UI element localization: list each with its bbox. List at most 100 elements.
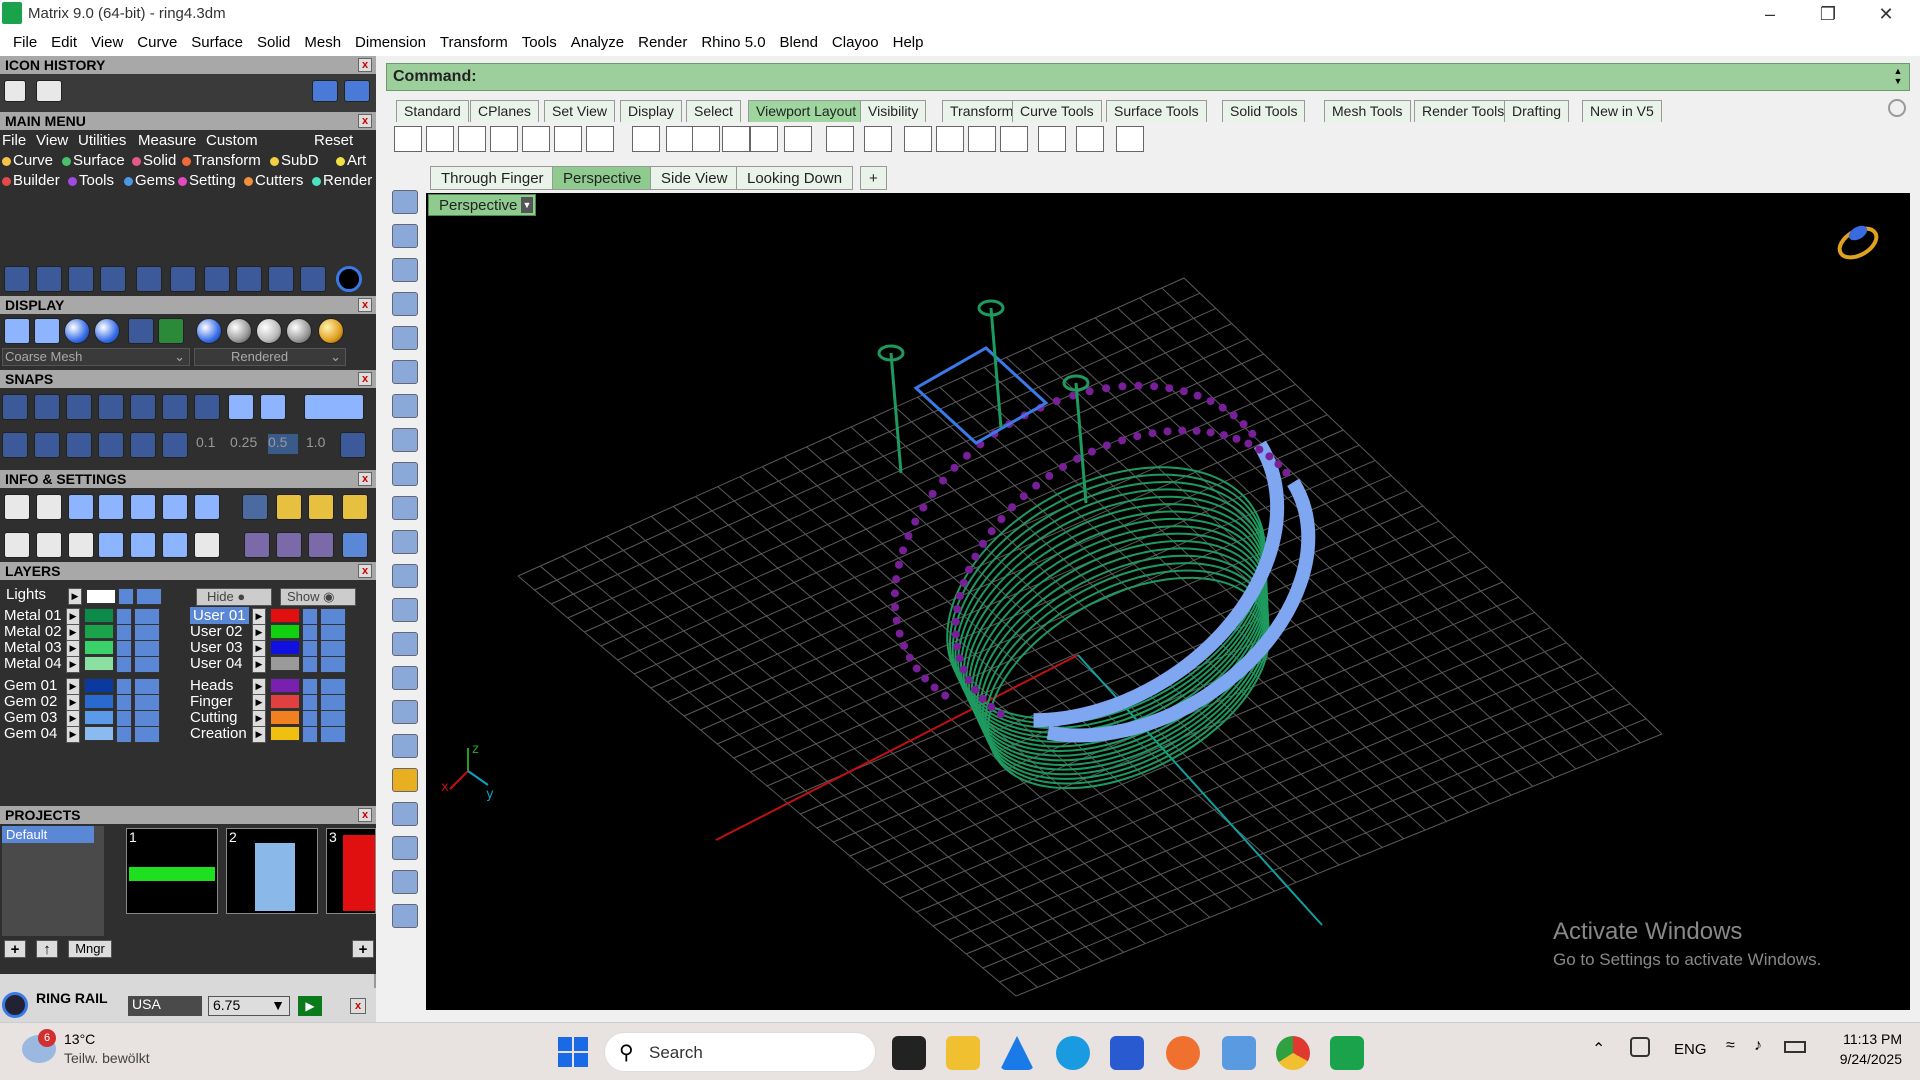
mm-art[interactable]: Art (336, 152, 366, 169)
gem-shape-a-icon[interactable] (244, 532, 270, 558)
layer-color-swatch[interactable] (270, 608, 300, 623)
mm-utilities[interactable]: Utilities (78, 132, 126, 149)
toolbar-tab-select[interactable]: Select (686, 100, 741, 122)
wifi-icon[interactable]: ≈ (1726, 1037, 1735, 1055)
close-icon[interactable]: x (358, 808, 372, 822)
folder-icon[interactable] (1038, 126, 1066, 152)
snap-center-icon[interactable] (130, 394, 156, 420)
material-metal-icon[interactable] (196, 318, 222, 344)
layer-visibility-toggle[interactable] (134, 624, 160, 641)
face-icon[interactable] (826, 126, 854, 152)
layer-color-swatch[interactable] (84, 710, 114, 725)
snap-perp-icon[interactable] (194, 394, 220, 420)
layout-b-icon[interactable] (308, 494, 334, 520)
environment-icon[interactable] (128, 318, 154, 344)
menu-rhino5[interactable]: Rhino 5.0 (694, 34, 772, 51)
filter-icon[interactable] (130, 532, 156, 558)
rendered-mode-icon[interactable] (94, 318, 120, 344)
layout-c-icon[interactable] (342, 494, 368, 520)
add-viewport-tab-button[interactable]: + (860, 166, 887, 190)
layout-a-icon[interactable] (632, 126, 660, 152)
save-icon[interactable] (4, 80, 26, 102)
ghosted-mode-icon[interactable] (34, 318, 60, 344)
layer-name[interactable]: Heads (190, 677, 233, 694)
mm-transform[interactable]: Transform (182, 152, 261, 169)
forward-arrow-icon[interactable] (344, 80, 370, 102)
ring-size-select[interactable]: 6.75 ▼ (208, 996, 290, 1016)
ellipse-icon[interactable] (392, 360, 418, 384)
zoom-icon[interactable] (722, 126, 750, 152)
material-gray-icon[interactable] (286, 318, 312, 344)
control-points-icon[interactable] (392, 292, 418, 316)
chrome-icon[interactable] (1276, 1036, 1310, 1070)
toolbar-tab-mesh-tools[interactable]: Mesh Tools (1324, 100, 1411, 122)
clock-date[interactable]: 9/24/2025 (1826, 1051, 1902, 1067)
planar-icon[interactable] (66, 432, 92, 458)
tray-expand-icon[interactable]: ⌃ (1592, 1039, 1605, 1059)
polyline-icon[interactable] (392, 258, 418, 282)
cylinder-icon[interactable] (392, 666, 418, 690)
menu-analyze[interactable]: Analyze (564, 34, 631, 51)
back-arrow-icon[interactable] (312, 80, 338, 102)
layer-arrow[interactable]: ▶ (66, 608, 80, 625)
menu-mesh[interactable]: Mesh (297, 34, 348, 51)
add-slot-button[interactable]: + (352, 940, 374, 958)
task-view-icon[interactable] (892, 1036, 926, 1070)
layer-arrow[interactable]: ▶ (66, 726, 80, 743)
layer-name[interactable]: Cutting (190, 709, 238, 726)
layer-color-swatch[interactable] (86, 589, 116, 604)
curve-tool-icon[interactable] (68, 266, 94, 292)
toolbar-tab-surface-tools[interactable]: Surface Tools (1106, 100, 1207, 122)
display-mode-select[interactable]: Rendered ⌄ (194, 348, 346, 366)
group-icon[interactable] (392, 870, 418, 894)
layer-name[interactable]: Metal 03 (4, 639, 62, 656)
single-view-icon[interactable] (394, 126, 422, 152)
tab-through-finger[interactable]: Through Finger (430, 166, 555, 190)
layer-lock-icon[interactable] (116, 678, 132, 695)
perspective-viewport[interactable]: z x y (426, 193, 1910, 1010)
gem-shape-d-icon[interactable] (342, 532, 368, 558)
firefox-icon[interactable] (1166, 1036, 1200, 1070)
layer-name[interactable]: User 01 (190, 607, 249, 624)
layer-visibility-toggle[interactable] (320, 678, 346, 695)
dimension-icon[interactable] (392, 802, 418, 826)
boolean-icon[interactable] (392, 632, 418, 656)
menu-blend[interactable]: Blend (773, 34, 825, 51)
frame-icon[interactable] (968, 126, 996, 152)
split-h-icon[interactable] (490, 126, 518, 152)
layer-visibility-toggle[interactable] (134, 710, 160, 727)
menu-help[interactable]: Help (886, 34, 931, 51)
four-views-icon[interactable] (426, 126, 454, 152)
color-bar-icon[interactable] (864, 126, 892, 152)
mm-subd[interactable]: SubD (270, 152, 319, 169)
print-icon[interactable] (130, 494, 156, 520)
close-icon[interactable]: x (358, 372, 372, 386)
grid-display-icon[interactable] (158, 318, 184, 344)
layer-row[interactable]: Metal 04 ▶ (0, 655, 180, 674)
snap-point-icon[interactable] (66, 394, 92, 420)
menu-surface[interactable]: Surface (184, 34, 250, 51)
layer-color-swatch[interactable] (84, 624, 114, 639)
language-indicator[interactable]: ENG (1674, 1041, 1707, 1058)
layer-arrow[interactable]: ▶ (252, 656, 266, 673)
solid-tools-icon[interactable] (392, 836, 418, 860)
plane-icon[interactable] (392, 700, 418, 724)
volume-icon[interactable]: ♪ (1754, 1037, 1762, 1055)
layer-arrow[interactable]: ▶ (252, 640, 266, 657)
menu-dimension[interactable]: Dimension (348, 34, 433, 51)
mm-solid[interactable]: Solid (132, 152, 176, 169)
layer-row[interactable]: Gem 04 ▶ (0, 725, 180, 744)
taskbar-search-box[interactable]: ⚲ Search (604, 1032, 876, 1072)
project-slot-2[interactable]: 2 (226, 828, 318, 914)
command-scroll-icon[interactable]: ▲ ▼ (1891, 66, 1905, 88)
toolbar-gear-icon[interactable] (1888, 99, 1906, 117)
toolbar-tab-drafting[interactable]: Drafting (1504, 100, 1570, 122)
mm-cutters[interactable]: Cutters (244, 172, 303, 189)
layer-lock-icon[interactable] (302, 640, 318, 657)
mm-curve[interactable]: Curve (2, 152, 53, 169)
battery-icon[interactable] (1784, 1041, 1806, 1053)
cursor-settings-icon[interactable] (242, 494, 268, 520)
properties-icon[interactable] (194, 532, 220, 558)
grid-icon[interactable] (750, 126, 778, 152)
mm-measure[interactable]: Measure (138, 132, 196, 149)
